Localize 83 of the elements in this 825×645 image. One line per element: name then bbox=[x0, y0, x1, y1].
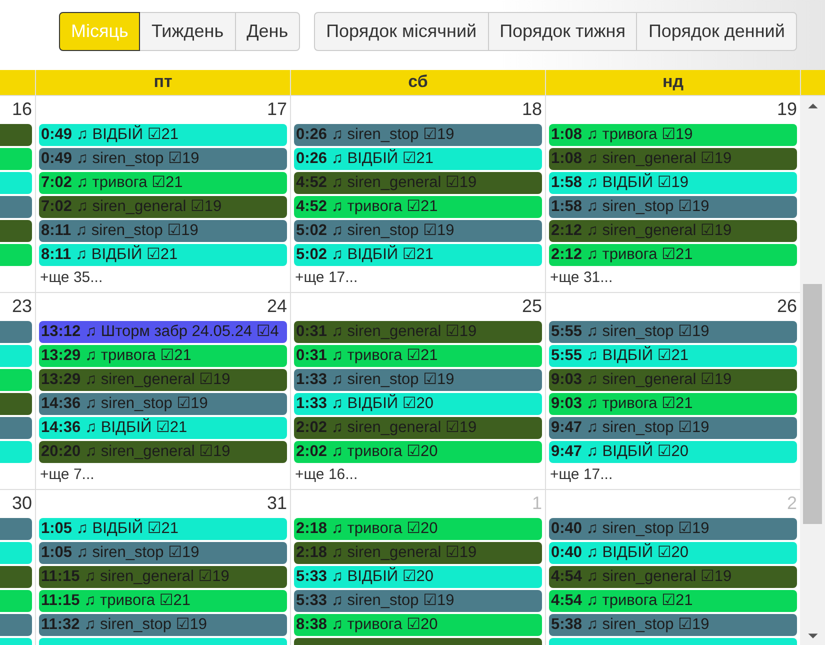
calendar-event[interactable]: 11:15 ♫ тривога ☑21 bbox=[39, 590, 287, 612]
calendar-event[interactable] bbox=[0, 244, 32, 266]
calendar-event[interactable]: 11:32 ♫ siren_stop ☑19 bbox=[39, 614, 287, 636]
order-button[interactable]: Порядок денний bbox=[636, 12, 797, 51]
calendar-event[interactable] bbox=[0, 196, 32, 218]
calendar-event[interactable]: 5:38 ♫ siren_stop ☑19 bbox=[549, 614, 797, 636]
view-button[interactable]: Тиждень bbox=[139, 12, 236, 51]
more-events-link[interactable]: +ще 17... bbox=[295, 269, 358, 286]
order-button[interactable]: Порядок місячний bbox=[314, 12, 489, 51]
day-number: 23 bbox=[12, 295, 32, 318]
day-number: 17 bbox=[266, 98, 287, 121]
calendar-event[interactable]: 7:02 ♫ тривога ☑21 bbox=[39, 172, 287, 194]
calendar-event[interactable] bbox=[0, 124, 32, 146]
day-number: 24 bbox=[266, 295, 287, 318]
calendar-event[interactable]: 14:36 ♫ siren_stop ☑19 bbox=[39, 393, 287, 415]
calendar-event[interactable] bbox=[0, 393, 32, 415]
calendar-event[interactable]: 9:47 ♫ ВІДБІЙ ☑20 bbox=[549, 441, 797, 463]
calendar-event[interactable] bbox=[0, 614, 32, 636]
calendar-event[interactable]: 0:49 ♫ ВІДБІЙ ☑21 bbox=[39, 124, 287, 146]
day-number: 31 bbox=[266, 492, 287, 515]
calendar-event[interactable]: 4:52 ♫ тривога ☑21 bbox=[294, 196, 542, 218]
calendar-event[interactable]: 1:58 ♫ siren_stop ☑19 bbox=[549, 196, 797, 218]
day-number: 16 bbox=[12, 98, 32, 121]
calendar-event[interactable] bbox=[0, 518, 32, 540]
more-events-link[interactable]: +ще 17... bbox=[550, 466, 613, 483]
scrollbar-thumb[interactable] bbox=[803, 284, 822, 524]
calendar-event[interactable] bbox=[0, 345, 32, 367]
more-events-link[interactable]: +ще 35... bbox=[40, 269, 103, 286]
weekday-header: сб bbox=[290, 70, 545, 95]
scrollbar[interactable] bbox=[800, 96, 825, 645]
calendar-event[interactable] bbox=[0, 441, 32, 463]
calendar-event[interactable]: 13:29 ♫ тривога ☑21 bbox=[39, 345, 287, 367]
calendar-event[interactable]: 1:58 ♫ ВІДБІЙ ☑19 bbox=[549, 172, 797, 194]
calendar-event[interactable]: 5:55 ♫ siren_stop ☑19 bbox=[549, 321, 797, 343]
day-number: 30 bbox=[12, 492, 32, 515]
calendar-event[interactable]: 5:02 ♫ siren_stop ☑19 bbox=[294, 220, 542, 242]
calendar-event[interactable]: 2:02 ♫ тривога ☑20 bbox=[294, 441, 542, 463]
calendar-event[interactable]: 8:38 ♫ тривога ☑20 bbox=[294, 614, 542, 636]
calendar-event[interactable] bbox=[0, 220, 32, 242]
day-number: 2 bbox=[786, 492, 797, 515]
calendar-event[interactable]: 1:05 ♫ ВІДБІЙ ☑21 bbox=[39, 518, 287, 540]
calendar-event[interactable]: 0:31 ♫ тривога ☑21 bbox=[294, 345, 542, 367]
calendar-event[interactable]: 1:33 ♫ siren_stop ☑19 bbox=[294, 369, 542, 391]
more-events-link[interactable]: +ще 16... bbox=[295, 466, 358, 483]
calendar-event[interactable] bbox=[0, 542, 32, 564]
calendar-event[interactable]: 1:33 ♫ ВІДБІЙ ☑20 bbox=[294, 393, 542, 415]
calendar-event[interactable]: 5:02 ♫ ВІДБІЙ ☑21 bbox=[294, 244, 542, 266]
calendar-event[interactable]: 2:18 ♫ тривога ☑20 bbox=[294, 518, 542, 540]
calendar-event[interactable]: 1:08 ♫ тривога ☑19 bbox=[549, 124, 797, 146]
day-number: 19 bbox=[776, 98, 797, 121]
weekday-header: нд bbox=[545, 70, 800, 95]
calendar-event[interactable]: 5:33 ♫ siren_stop ☑19 bbox=[294, 590, 542, 612]
view-button[interactable]: День bbox=[234, 12, 300, 51]
calendar-event[interactable] bbox=[0, 590, 32, 612]
calendar-event[interactable] bbox=[0, 566, 32, 588]
calendar-event[interactable]: 5:33 ♫ ВІДБІЙ ☑20 bbox=[294, 566, 542, 588]
day-number: 18 bbox=[522, 98, 542, 121]
calendar-event[interactable] bbox=[0, 148, 32, 170]
calendar-event[interactable]: 0:49 ♫ siren_stop ☑19 bbox=[39, 148, 287, 170]
day-number: 25 bbox=[522, 295, 542, 318]
day-number: 26 bbox=[776, 295, 797, 318]
calendar-event[interactable] bbox=[0, 417, 32, 439]
calendar-event[interactable]: 5:55 ♫ ВІДБІЙ ☑21 bbox=[549, 345, 797, 367]
calendar-event[interactable] bbox=[0, 321, 32, 343]
calendar-event[interactable]: 1:05 ♫ siren_stop ☑19 bbox=[39, 542, 287, 564]
calendar-event[interactable]: 4:54 ♫ тривога ☑21 bbox=[549, 590, 797, 612]
calendar-event[interactable] bbox=[0, 369, 32, 391]
calendar-event[interactable]: 0:40 ♫ siren_stop ☑19 bbox=[549, 518, 797, 540]
calendar-event[interactable]: 9:03 ♫ тривога ☑21 bbox=[549, 393, 797, 415]
calendar-event[interactable] bbox=[0, 172, 32, 194]
more-events-link[interactable]: +ще 31... bbox=[550, 269, 613, 286]
order-button[interactable]: Порядок тижня bbox=[488, 12, 638, 51]
calendar-event[interactable]: 0:40 ♫ ВІДБІЙ ☑20 bbox=[549, 542, 797, 564]
calendar-event[interactable]: 8:11 ♫ siren_stop ☑19 bbox=[39, 220, 287, 242]
weekday-header: пт bbox=[35, 70, 290, 95]
day-number: 1 bbox=[532, 492, 542, 515]
calendar-event[interactable]: 8:11 ♫ ВІДБІЙ ☑21 bbox=[39, 244, 287, 266]
calendar-event[interactable]: 0:26 ♫ ВІДБІЙ ☑21 bbox=[294, 148, 542, 170]
more-events-link[interactable]: +ще 7... bbox=[40, 466, 94, 483]
calendar-event[interactable]: 9:47 ♫ siren_stop ☑19 bbox=[549, 417, 797, 439]
calendar-event[interactable]: 2:12 ♫ тривога ☑21 bbox=[549, 244, 797, 266]
calendar-event[interactable]: 14:36 ♫ ВІДБІЙ ☑21 bbox=[39, 417, 287, 439]
calendar-event[interactable]: 0:26 ♫ siren_stop ☑19 bbox=[294, 124, 542, 146]
